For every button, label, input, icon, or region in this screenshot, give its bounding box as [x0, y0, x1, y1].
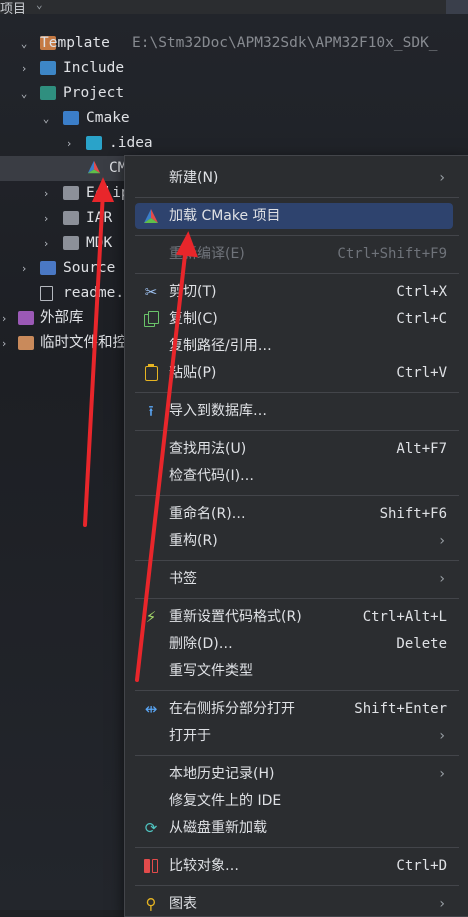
source-folder-icon: [40, 86, 56, 100]
tree-label: Project: [63, 85, 125, 101]
editor-tab-stub[interactable]: [446, 0, 468, 14]
menu-item-open-in[interactable]: 打开于 ›: [135, 723, 468, 749]
menu-item-diagrams[interactable]: ⚲ 图表 ›: [135, 891, 468, 917]
menu-item-copy-path[interactable]: 复制路径/引用…: [135, 333, 468, 359]
menu-separator: [135, 430, 459, 431]
tree-label: IAR: [86, 210, 113, 226]
chevron-right-icon[interactable]: ›: [18, 256, 30, 281]
scratch-icon: [18, 336, 34, 350]
menu-separator: [135, 690, 459, 691]
chevron-down-icon[interactable]: ⌄: [18, 81, 30, 106]
folder-icon: [63, 211, 79, 225]
chevron-down-icon[interactable]: ⌄: [18, 31, 30, 56]
menu-separator: [135, 392, 459, 393]
copy-icon: [143, 311, 159, 327]
context-menu: 新建(N) › 加载 CMake 项目 重新编译(E) Ctrl+Shift+F…: [124, 155, 468, 917]
library-icon: [18, 311, 34, 325]
menu-item-rename[interactable]: 重命名(R)… Shift+F6: [135, 501, 468, 527]
menu-separator: [135, 495, 459, 496]
text-file-icon: [40, 286, 53, 301]
clipboard-icon: [143, 364, 159, 381]
folder-icon: [63, 186, 79, 200]
chevron-right-icon: ›: [439, 571, 445, 587]
menu-separator: [135, 885, 459, 886]
wand-icon: ⚡: [145, 608, 157, 626]
source-folder-icon: [40, 261, 56, 275]
menu-item-open-right-split[interactable]: ⇹ 在右侧拆分部分打开 Shift+Enter: [135, 696, 468, 722]
tree-row-cmakelists[interactable]: CM: [0, 156, 140, 181]
menu-item-recompile[interactable]: 重新编译(E) Ctrl+Shift+F9: [135, 241, 468, 267]
tree-label: 外部库: [40, 310, 84, 326]
tree-label: Cmake: [86, 110, 130, 126]
tree-label: 临时文件和控: [40, 335, 127, 351]
tree-row-project[interactable]: ⌄ Project: [0, 81, 468, 106]
chevron-right-icon[interactable]: ›: [18, 56, 30, 81]
folder-icon: [63, 236, 79, 250]
idea-folder-icon: [86, 136, 102, 150]
chevron-right-icon: ›: [439, 533, 445, 549]
menu-item-bookmarks[interactable]: 书签 ›: [135, 566, 468, 592]
chevron-right-icon[interactable]: ›: [40, 231, 52, 256]
tree-row-template[interactable]: ⌄ Template E:\Stm32Doc\APM32Sdk\APM32F10…: [0, 31, 468, 56]
split-vertical-icon: ⇹: [144, 700, 158, 718]
menu-item-new[interactable]: 新建(N) ›: [135, 165, 468, 191]
menu-separator: [135, 847, 459, 848]
menu-item-refactor[interactable]: 重构(R) ›: [135, 528, 468, 554]
menu-item-inspect[interactable]: 检查代码(I)…: [135, 463, 468, 489]
scissors-icon: ✂: [144, 283, 158, 301]
menu-item-compare[interactable]: 比较对象… Ctrl+D: [135, 853, 468, 879]
menu-separator: [135, 197, 459, 198]
menu-separator: [135, 755, 459, 756]
menu-separator: [135, 560, 459, 561]
tree-row-include[interactable]: › Include: [0, 56, 468, 81]
chevron-right-icon: ›: [439, 728, 445, 744]
tree-label: Include: [63, 60, 125, 76]
tree-label: MDK: [86, 235, 113, 251]
chevron-down-icon[interactable]: ⌄: [40, 106, 52, 131]
menu-item-load-cmake[interactable]: 加载 CMake 项目: [135, 203, 453, 229]
chevron-right-icon[interactable]: ›: [63, 131, 75, 156]
tree-path: E:\Stm32Doc\APM32Sdk\APM32F10x_SDK_: [132, 35, 438, 51]
cmake-file-icon: [87, 160, 101, 174]
menu-item-reformat[interactable]: ⚡ 重新设置代码格式(R) Ctrl+Alt+L: [135, 604, 468, 630]
project-panel-header: 项目 ⌄: [0, 0, 468, 17]
chevron-right-icon[interactable]: ›: [40, 181, 52, 206]
tree-label: .idea: [109, 135, 153, 151]
cmake-icon: [144, 209, 158, 223]
menu-item-cut[interactable]: ✂ 剪切(T) Ctrl+X: [135, 279, 468, 305]
chevron-right-icon[interactable]: ›: [0, 306, 10, 331]
tree-label: Template: [40, 35, 110, 51]
menu-item-local-history[interactable]: 本地历史记录(H) ›: [135, 761, 468, 787]
menu-separator: [135, 273, 459, 274]
menu-item-find-usages[interactable]: 查找用法(U) Alt+F7: [135, 436, 468, 462]
chevron-right-icon[interactable]: ›: [0, 331, 10, 356]
tree-row-idea[interactable]: › .idea: [0, 131, 468, 156]
tree-row-cmake[interactable]: ⌄ Cmake: [0, 106, 468, 131]
chevron-down-icon[interactable]: ⌄: [36, 0, 43, 11]
menu-item-repair-ide[interactable]: 修复文件上的 IDE: [135, 788, 468, 814]
tree-label: readme.: [63, 285, 125, 301]
menu-item-override-type[interactable]: 重写文件类型: [135, 658, 468, 684]
menu-item-import-db[interactable]: ⭱ 导入到数据库…: [135, 398, 468, 424]
tree-label: Source: [63, 260, 116, 276]
menu-item-delete[interactable]: 删除(D)… Delete: [135, 631, 468, 657]
menu-item-paste[interactable]: 粘贴(P) Ctrl+V: [135, 360, 468, 386]
menu-separator: [135, 235, 459, 236]
chevron-right-icon: ›: [439, 896, 445, 912]
menu-item-reload-from-disk[interactable]: ⟳ 从磁盘重新加载: [135, 815, 468, 841]
refresh-icon: ⟳: [144, 819, 158, 837]
include-folder-icon: [40, 61, 56, 75]
upload-icon: ⭱: [148, 402, 154, 420]
menu-separator: [135, 598, 459, 599]
compare-icon: [143, 858, 159, 874]
menu-item-copy[interactable]: 复制(C) Ctrl+C: [135, 306, 468, 332]
chevron-right-icon[interactable]: ›: [40, 206, 52, 231]
cmake-folder-icon: [63, 111, 79, 125]
chevron-right-icon: ›: [439, 170, 445, 186]
chevron-right-icon: ›: [439, 766, 445, 782]
